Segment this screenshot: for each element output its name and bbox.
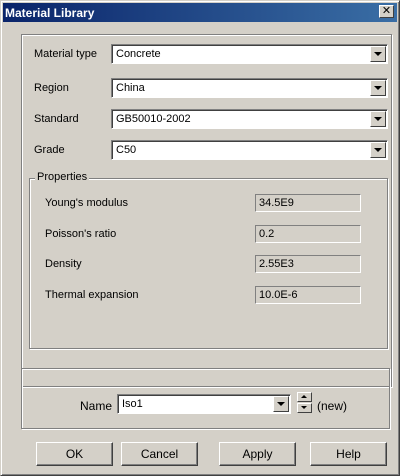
property-value: 34.5E9 <box>255 194 361 212</box>
cancel-button[interactable]: Cancel <box>121 442 198 466</box>
standard-value: GB50010-2002 <box>116 113 191 125</box>
property-value: 2.55E3 <box>255 255 361 273</box>
properties-title: Properties <box>35 171 90 183</box>
spin-up-icon[interactable] <box>297 392 312 402</box>
ok-button[interactable]: OK <box>36 442 113 466</box>
dropdown-arrow-icon[interactable] <box>370 80 386 96</box>
name-status: (new) <box>317 399 348 413</box>
property-value: 10.0E-6 <box>255 286 361 304</box>
material-type-label: Material type <box>34 48 97 60</box>
title-bar[interactable]: Material Library ✕ <box>3 3 397 22</box>
grade-select[interactable]: C50 <box>111 140 388 160</box>
material-type-value: Concrete <box>116 48 161 60</box>
dropdown-arrow-icon[interactable] <box>370 111 386 127</box>
apply-button[interactable]: Apply <box>219 442 296 466</box>
name-value: Iso1 <box>122 398 143 410</box>
spin-down-icon[interactable] <box>297 403 312 413</box>
region-label: Region <box>34 82 69 94</box>
region-value: China <box>116 82 145 94</box>
standard-select[interactable]: GB50010-2002 <box>111 109 388 129</box>
property-label: Density <box>45 258 82 270</box>
grade-value: C50 <box>116 144 137 156</box>
help-button[interactable]: Help <box>310 442 387 466</box>
material-library-dialog: Material Library ✕ Material type Concret… <box>0 0 400 476</box>
window-title: Material Library <box>5 6 95 20</box>
property-label: Young's modulus <box>45 197 129 209</box>
property-value: 0.2 <box>255 225 361 243</box>
standard-label: Standard <box>34 113 79 125</box>
close-icon[interactable]: ✕ <box>379 5 394 18</box>
region-select[interactable]: China <box>111 78 388 98</box>
property-label: Poisson's ratio <box>45 228 117 240</box>
grade-label: Grade <box>34 144 65 156</box>
name-label: Name <box>80 399 113 413</box>
dropdown-arrow-icon[interactable] <box>273 396 289 412</box>
property-label: Thermal expansion <box>45 289 139 301</box>
material-type-select[interactable]: Concrete <box>111 44 388 64</box>
dropdown-arrow-icon[interactable] <box>370 46 386 62</box>
dropdown-arrow-icon[interactable] <box>370 142 386 158</box>
name-spinner[interactable] <box>297 392 312 413</box>
name-select[interactable]: Iso1 <box>117 394 291 414</box>
